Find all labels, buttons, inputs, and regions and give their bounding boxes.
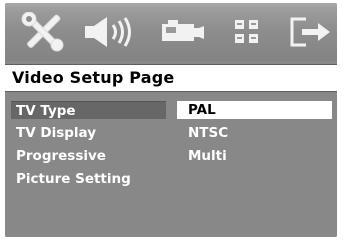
menu-item-label: TV Type [16, 103, 76, 119]
menu-item-tv-type[interactable]: TV Type [11, 101, 166, 119]
video-setup-icon[interactable] [157, 10, 205, 54]
menu-item-label: TV Display [16, 125, 97, 141]
option-label: NTSC [188, 125, 229, 141]
setup-screen: Video Setup Page TV Type TV Display Prog… [5, 3, 337, 237]
option-ntsc[interactable]: NTSC [177, 124, 332, 142]
menu-item-picture-setting[interactable]: Picture Setting [11, 170, 166, 188]
option-multi[interactable]: Multi [177, 147, 332, 165]
option-label: PAL [188, 102, 216, 118]
menu-item-progressive[interactable]: Progressive [11, 147, 166, 165]
menu-item-tv-display[interactable]: TV Display [11, 124, 166, 142]
page-title-bar: Video Setup Page [5, 64, 337, 92]
page-title: Video Setup Page [12, 68, 175, 87]
audio-setup-icon[interactable] [83, 10, 135, 54]
option-pal[interactable]: PAL [177, 101, 332, 119]
general-setup-icon[interactable] [19, 10, 67, 54]
menu-item-label: Picture Setting [16, 171, 131, 187]
preference-setup-icon[interactable] [227, 10, 267, 54]
menu-item-label: Progressive [16, 148, 106, 164]
settings-panel: TV Type TV Display Progressive Picture S… [5, 92, 337, 237]
option-label: Multi [188, 148, 227, 164]
exit-icon[interactable] [285, 10, 333, 54]
setup-toolbar [5, 3, 337, 61]
